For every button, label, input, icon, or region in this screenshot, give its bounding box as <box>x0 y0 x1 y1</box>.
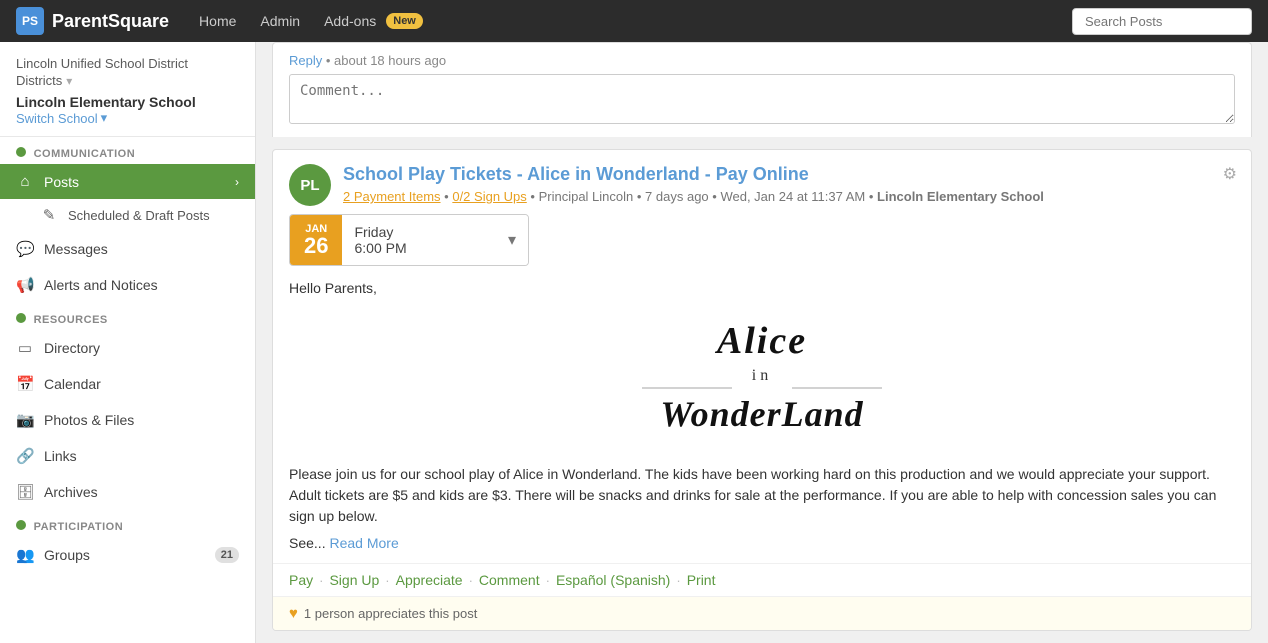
section-resources: RESOURCES <box>0 303 255 330</box>
gear-icon[interactable]: ⚙ <box>1223 164 1237 184</box>
reply-comment-area: Reply • about 18 hours ago <box>272 42 1252 137</box>
search-container <box>1072 8 1252 35</box>
post-meta: School Play Tickets - Alice in Wonderlan… <box>343 164 1235 204</box>
svg-text:WonderLand: WonderLand <box>660 394 863 434</box>
signup-action[interactable]: Sign Up <box>329 572 379 588</box>
post-description: Please join us for our school play of Al… <box>289 464 1235 527</box>
date-box-wrapper: JAN 26 Friday 6:00 PM ▾ <box>273 214 1251 276</box>
section-communication: COMMUNICATION <box>0 137 255 164</box>
date-chevron-icon: ▾ <box>508 230 516 250</box>
home-icon: ⌂ <box>16 173 34 190</box>
sidebar: Lincoln Unified School District District… <box>0 42 256 643</box>
read-more-line: See... Read More <box>289 535 1235 551</box>
svg-text:in: in <box>752 367 772 384</box>
sidebar-item-photos-files[interactable]: 📷 Photos & Files <box>0 402 255 438</box>
date-box-right: Friday 6:00 PM ▾ <box>342 215 528 265</box>
sidebar-item-scheduled-drafts[interactable]: ✎ Scheduled & Draft Posts <box>0 199 255 231</box>
calendar-icon: 📅 <box>16 375 34 393</box>
home-link[interactable]: Home <box>189 9 246 33</box>
post-header: PL School Play Tickets - Alice in Wonder… <box>273 150 1251 214</box>
comment-input[interactable] <box>289 74 1235 124</box>
district-name: Lincoln Unified School District <box>16 56 239 71</box>
sidebar-item-groups[interactable]: 👥 Groups 21 <box>0 537 255 573</box>
svg-text:Alice: Alice <box>715 320 807 362</box>
payment-items-link[interactable]: 2 Payment Items <box>343 189 441 204</box>
date-box-left: JAN 26 <box>290 215 342 265</box>
avatar: PL <box>289 164 331 206</box>
read-more-link[interactable]: Read More <box>329 535 398 551</box>
reply-line: Reply • about 18 hours ago <box>289 53 1235 68</box>
espanol-action[interactable]: Español (Spanish) <box>556 572 670 588</box>
posts-arrow: › <box>235 175 239 189</box>
new-badge: New <box>386 13 423 29</box>
reply-link[interactable]: Reply <box>289 53 322 68</box>
link-icon: 🔗 <box>16 447 34 465</box>
print-action[interactable]: Print <box>687 572 716 588</box>
search-input[interactable] <box>1072 8 1252 35</box>
sidebar-item-posts[interactable]: ⌂ Posts › <box>0 164 255 199</box>
dot-communication <box>16 147 26 157</box>
logo[interactable]: PS ParentSquare <box>16 7 169 35</box>
school-info: Lincoln Unified School District District… <box>0 42 255 137</box>
post-actions: Pay · Sign Up · Appreciate · Comment · E… <box>273 563 1251 596</box>
pay-action[interactable]: Pay <box>289 572 313 588</box>
alerts-icon: 📢 <box>16 276 34 294</box>
topnav-links: Home Admin Add-ons New <box>189 9 423 33</box>
post-card: PL School Play Tickets - Alice in Wonder… <box>272 149 1252 631</box>
pencil-icon: ✎ <box>40 206 58 224</box>
comment-action[interactable]: Comment <box>479 572 540 588</box>
sidebar-item-links[interactable]: 🔗 Links <box>0 438 255 474</box>
main-content: Reply • about 18 hours ago PL School Pla… <box>256 42 1268 643</box>
sidebar-item-calendar[interactable]: 📅 Calendar <box>0 366 255 402</box>
appreciate-action[interactable]: Appreciate <box>396 572 463 588</box>
post-subtitle: 2 Payment Items • 0/2 Sign Ups • Princip… <box>343 189 1235 204</box>
logo-icon: PS <box>16 7 44 35</box>
districts-link[interactable]: Districts <box>16 73 62 88</box>
sidebar-item-directory[interactable]: ▭ Directory <box>0 330 255 366</box>
appreciation-bar: ♥ 1 person appreciates this post <box>273 596 1251 630</box>
groups-count: 21 <box>215 547 239 563</box>
post-body: Hello Parents, Alice in WonderLand Pleas… <box>273 276 1251 563</box>
logo-text: ParentSquare <box>52 11 169 32</box>
chat-icon: 💬 <box>16 240 34 258</box>
alice-wonderland-logo: Alice in WonderLand <box>622 308 902 448</box>
sidebar-item-archives[interactable]: 🗄 Archives <box>0 474 255 510</box>
admin-link[interactable]: Admin <box>250 9 310 33</box>
sidebar-item-alerts[interactable]: 📢 Alerts and Notices <box>0 267 255 303</box>
date-box[interactable]: JAN 26 Friday 6:00 PM ▾ <box>289 214 529 266</box>
districts-chevron: ▾ <box>66 74 72 88</box>
section-participation: PARTICIPATION <box>0 510 255 537</box>
post-greeting: Hello Parents, <box>289 280 1235 296</box>
directory-icon: ▭ <box>16 339 34 357</box>
school-name: Lincoln Elementary School <box>16 94 239 110</box>
district-link[interactable]: Lincoln Unified School District <box>16 56 188 71</box>
dot-resources <box>16 313 26 323</box>
sidebar-item-messages[interactable]: 💬 Messages <box>0 231 255 267</box>
dot-participation <box>16 520 26 530</box>
heart-icon: ♥ <box>289 605 298 622</box>
groups-icon: 👥 <box>16 546 34 564</box>
camera-icon: 📷 <box>16 411 34 429</box>
switch-school-link[interactable]: Switch School ▾ <box>16 110 239 126</box>
addons-link[interactable]: Add-ons <box>314 9 386 33</box>
post-title[interactable]: School Play Tickets - Alice in Wonderlan… <box>343 164 1235 185</box>
archive-icon: 🗄 <box>16 483 34 501</box>
signup-link[interactable]: 0/2 Sign Ups <box>452 189 526 204</box>
top-navigation: PS ParentSquare Home Admin Add-ons New <box>0 0 1268 42</box>
